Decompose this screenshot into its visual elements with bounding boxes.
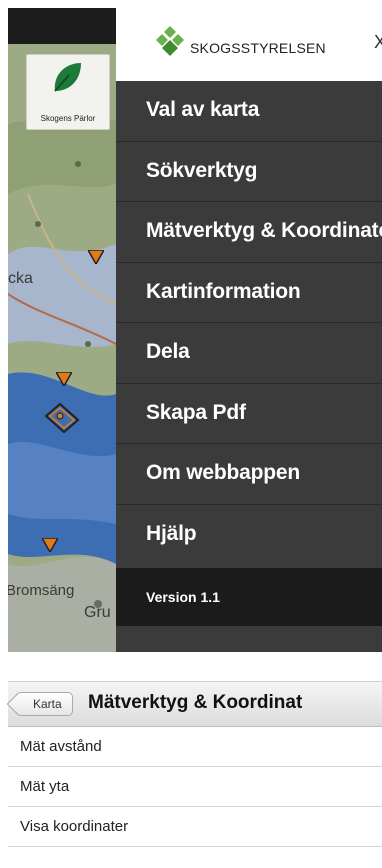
subpanel-item-mat-yta[interactable]: Mät yta bbox=[8, 767, 382, 807]
menu-header: SKOGSSTYRELSEN X bbox=[116, 8, 382, 81]
map-marker-icon[interactable] bbox=[42, 538, 58, 552]
close-menu-button[interactable]: X bbox=[374, 32, 382, 53]
logo-caption: Skogens Pärlor bbox=[40, 114, 96, 123]
menu-item-hjalp[interactable]: Hjälp bbox=[116, 504, 382, 564]
skogsstyrelsen-emblem-icon bbox=[156, 26, 184, 56]
back-button-label: Karta bbox=[33, 697, 62, 711]
skogsstyrelsen-logo: SKOGSSTYRELSEN bbox=[152, 26, 326, 58]
subpanel-item-visa-koordinater[interactable]: Visa koordinater bbox=[8, 807, 382, 847]
skogens-parlor-logo[interactable]: Skogens Pärlor bbox=[26, 54, 110, 130]
map-place-label: Gru bbox=[84, 604, 111, 621]
menu-item-sokverktyg[interactable]: Sökverktyg bbox=[116, 141, 382, 201]
menu-item-val-av-karta[interactable]: Val av karta bbox=[116, 81, 382, 141]
back-button[interactable]: Karta bbox=[16, 692, 73, 716]
map-place-label: cka bbox=[8, 270, 33, 287]
menu-item-dela[interactable]: Dela bbox=[116, 322, 382, 382]
version-label: Version 1.1 bbox=[116, 568, 382, 626]
menu-item-skapa-pdf[interactable]: Skapa Pdf bbox=[116, 383, 382, 443]
map-place-label: Bromsäng bbox=[8, 582, 75, 599]
map-marker-icon[interactable] bbox=[56, 372, 72, 386]
subpanel-title: Mätverktyg & Koordinat bbox=[88, 692, 303, 713]
tool-subpanel: Karta Mätverktyg & Koordinat Mät avstånd… bbox=[8, 681, 382, 868]
subpanel-item-mat-avstand[interactable]: Mät avstånd bbox=[8, 727, 382, 767]
menu-item-matverktyg[interactable]: Mätverktyg & Koordinater bbox=[116, 201, 382, 261]
map-top-bar bbox=[8, 8, 116, 44]
subpanel-header: Karta Mätverktyg & Koordinat bbox=[8, 681, 382, 727]
menu-item-om-webbappen[interactable]: Om webbappen bbox=[116, 443, 382, 503]
brand-name: SKOGSSTYRELSEN bbox=[190, 40, 326, 56]
leaf-icon bbox=[54, 63, 81, 92]
menu-item-kartinformation[interactable]: Kartinformation bbox=[116, 262, 382, 322]
side-menu: SKOGSSTYRELSEN X Val av karta Sökverktyg… bbox=[116, 8, 382, 652]
map-view[interactable]: cka Gru Bromsäng bbox=[8, 44, 116, 652]
map-screen: cka Gru Bromsäng Skogens Pärlor SKOGSSTY… bbox=[8, 8, 382, 652]
area-marker-icon[interactable] bbox=[42, 400, 82, 434]
map-marker-icon[interactable] bbox=[88, 250, 104, 264]
map-background bbox=[8, 44, 116, 652]
